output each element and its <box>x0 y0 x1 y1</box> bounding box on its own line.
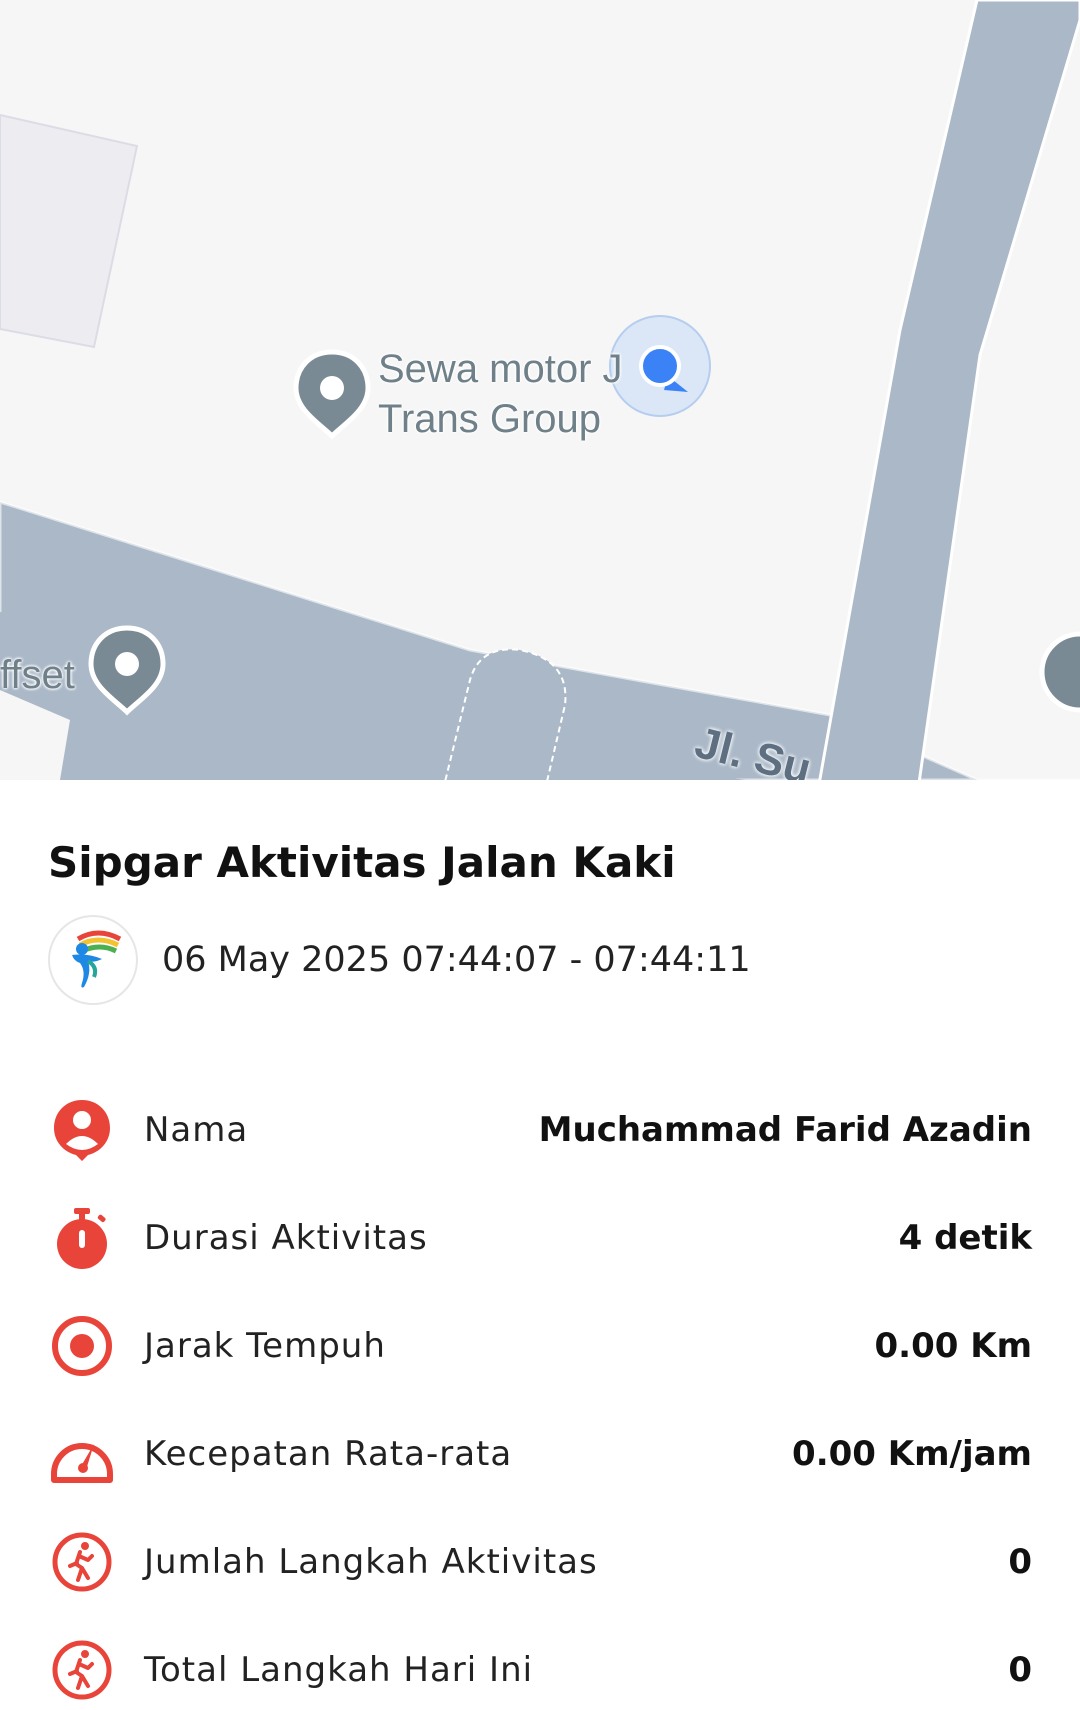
stat-value: 0.00 Km/jam <box>792 1434 1032 1474</box>
stat-value: 4 detik <box>898 1218 1032 1258</box>
poi-label[interactable]: Sewa motor J Trans Group <box>378 344 623 444</box>
poi-label-line2: Trans Group <box>378 397 602 441</box>
activity-details-sheet: Sipgar Aktivitas Jalan Kaki 06 May 2025 … <box>0 780 1080 1700</box>
stat-row-duration: Durasi Aktivitas 4 detik <box>48 1198 1032 1278</box>
stat-label: Nama <box>144 1110 249 1150</box>
app-logo <box>48 915 138 1005</box>
stat-row-name: Nama Muchammad Farid Azadin <box>48 1090 1032 1170</box>
stat-row-steps: Jumlah Langkah Aktivitas 0 <box>48 1522 1032 1602</box>
stat-value: 0 <box>1008 1542 1032 1582</box>
speedometer-icon <box>48 1420 116 1488</box>
poi-label-line1: Sewa motor J <box>378 347 623 391</box>
stat-row-total-steps: Total Langkah Hari Ini 0 <box>48 1630 1032 1710</box>
stat-label: Jumlah Langkah Aktivitas <box>144 1542 598 1582</box>
stat-label: Durasi Aktivitas <box>144 1218 428 1258</box>
poi-pin-icon <box>293 349 371 440</box>
stat-value: 0 <box>1008 1650 1032 1690</box>
poi-pin-icon <box>1039 631 1080 713</box>
stopwatch-icon <box>48 1204 116 1272</box>
stat-row-distance: Jarak Tempuh 0.00 Km <box>48 1306 1032 1386</box>
stat-label: Jarak Tempuh <box>144 1326 386 1366</box>
stat-label: Kecepatan Rata-rata <box>144 1434 513 1474</box>
stat-value: Muchammad Farid Azadin <box>538 1110 1032 1150</box>
runner-logo-icon <box>72 930 122 988</box>
poi-left-label[interactable]: ffset <box>0 650 75 700</box>
walking-person-icon <box>48 1528 116 1596</box>
stat-row-speed: Kecepatan Rata-rata 0.00 Km/jam <box>48 1414 1032 1494</box>
activity-datetime: 06 May 2025 07:44:07 - 07:44:11 <box>162 940 751 980</box>
walking-person-icon <box>48 1636 116 1704</box>
map-view[interactable]: Sewa motor J Trans Group ffset Jl. Su <box>0 0 1080 780</box>
person-pin-icon <box>48 1096 116 1164</box>
activity-title: Sipgar Aktivitas Jalan Kaki <box>48 838 676 887</box>
current-location-icon <box>609 315 711 417</box>
building-shape <box>0 113 139 349</box>
target-icon <box>48 1312 116 1380</box>
activity-datetime-row: 06 May 2025 07:44:07 - 07:44:11 <box>48 915 751 1005</box>
stat-value: 0.00 Km <box>874 1326 1033 1366</box>
stat-label: Total Langkah Hari Ini <box>144 1650 534 1690</box>
